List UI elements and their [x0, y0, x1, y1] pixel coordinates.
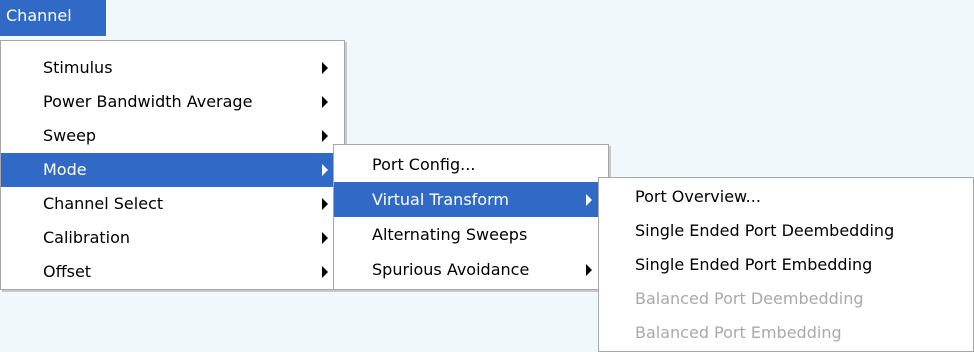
menu-item-label: Offset	[43, 262, 92, 281]
submenu-arrow-icon	[586, 263, 592, 276]
submenu-arrow-icon	[322, 96, 328, 108]
menubar-channel[interactable]: Channel	[0, 0, 106, 36]
menu-item-label: Power Bandwidth Average	[43, 92, 253, 111]
mode-submenu: Port Config... Virtual Transform Alterna…	[333, 144, 609, 290]
menu-item-label: Virtual Transform	[372, 190, 509, 209]
menu-item-alternating-sweeps[interactable]: Alternating Sweeps	[334, 217, 608, 252]
menu-item-label: Alternating Sweeps	[372, 225, 528, 244]
menu-item-label: Single Ended Port Embedding	[635, 255, 873, 274]
menu-item-single-ended-port-embedding[interactable]: Single Ended Port Embedding	[599, 248, 973, 282]
menu-item-sweep[interactable]: Sweep	[1, 119, 344, 153]
menu-item-spurious-avoidance[interactable]: Spurious Avoidance	[334, 252, 608, 287]
menu-item-label: Mode	[43, 160, 87, 179]
submenu-arrow-icon	[322, 266, 328, 278]
channel-menu: Stimulus Power Bandwidth Average Sweep M…	[0, 40, 345, 290]
menu-item-port-overview[interactable]: Port Overview...	[599, 180, 973, 214]
menu-item-mode[interactable]: Mode	[1, 153, 344, 187]
menu-item-label: Port Config...	[372, 155, 476, 174]
submenu-arrow-icon	[322, 198, 328, 210]
menu-item-label: Balanced Port Deembedding	[635, 289, 864, 308]
menu-item-calibration[interactable]: Calibration	[1, 221, 344, 255]
menu-item-channel-select[interactable]: Channel Select	[1, 187, 344, 221]
submenu-arrow-icon	[322, 130, 328, 142]
menu-item-stimulus[interactable]: Stimulus	[1, 51, 344, 85]
menu-item-label: Calibration	[43, 228, 131, 247]
menu-item-label: Stimulus	[43, 58, 113, 77]
menu-item-port-config[interactable]: Port Config...	[334, 147, 608, 182]
menu-item-balanced-port-deembedding: Balanced Port Deembedding	[599, 282, 973, 316]
menu-item-virtual-transform[interactable]: Virtual Transform	[334, 182, 608, 217]
menu-item-offset[interactable]: Offset	[1, 255, 344, 289]
menu-item-label: Channel Select	[43, 194, 164, 213]
virtual-transform-submenu: Port Overview... Single Ended Port Deemb…	[598, 177, 974, 352]
submenu-arrow-icon	[322, 232, 328, 244]
menu-item-label: Balanced Port Embedding	[635, 323, 842, 342]
menu-item-balanced-port-embedding: Balanced Port Embedding	[599, 316, 973, 350]
submenu-arrow-icon	[586, 193, 592, 206]
menu-item-power-bandwidth-average[interactable]: Power Bandwidth Average	[1, 85, 344, 119]
menu-item-label: Sweep	[43, 126, 97, 145]
menu-item-single-ended-port-deembedding[interactable]: Single Ended Port Deembedding	[599, 214, 973, 248]
submenu-arrow-icon	[322, 164, 328, 176]
menu-item-label: Port Overview...	[635, 187, 761, 206]
menu-item-label: Single Ended Port Deembedding	[635, 221, 895, 240]
submenu-arrow-icon	[322, 62, 328, 74]
menu-item-label: Spurious Avoidance	[372, 260, 530, 279]
